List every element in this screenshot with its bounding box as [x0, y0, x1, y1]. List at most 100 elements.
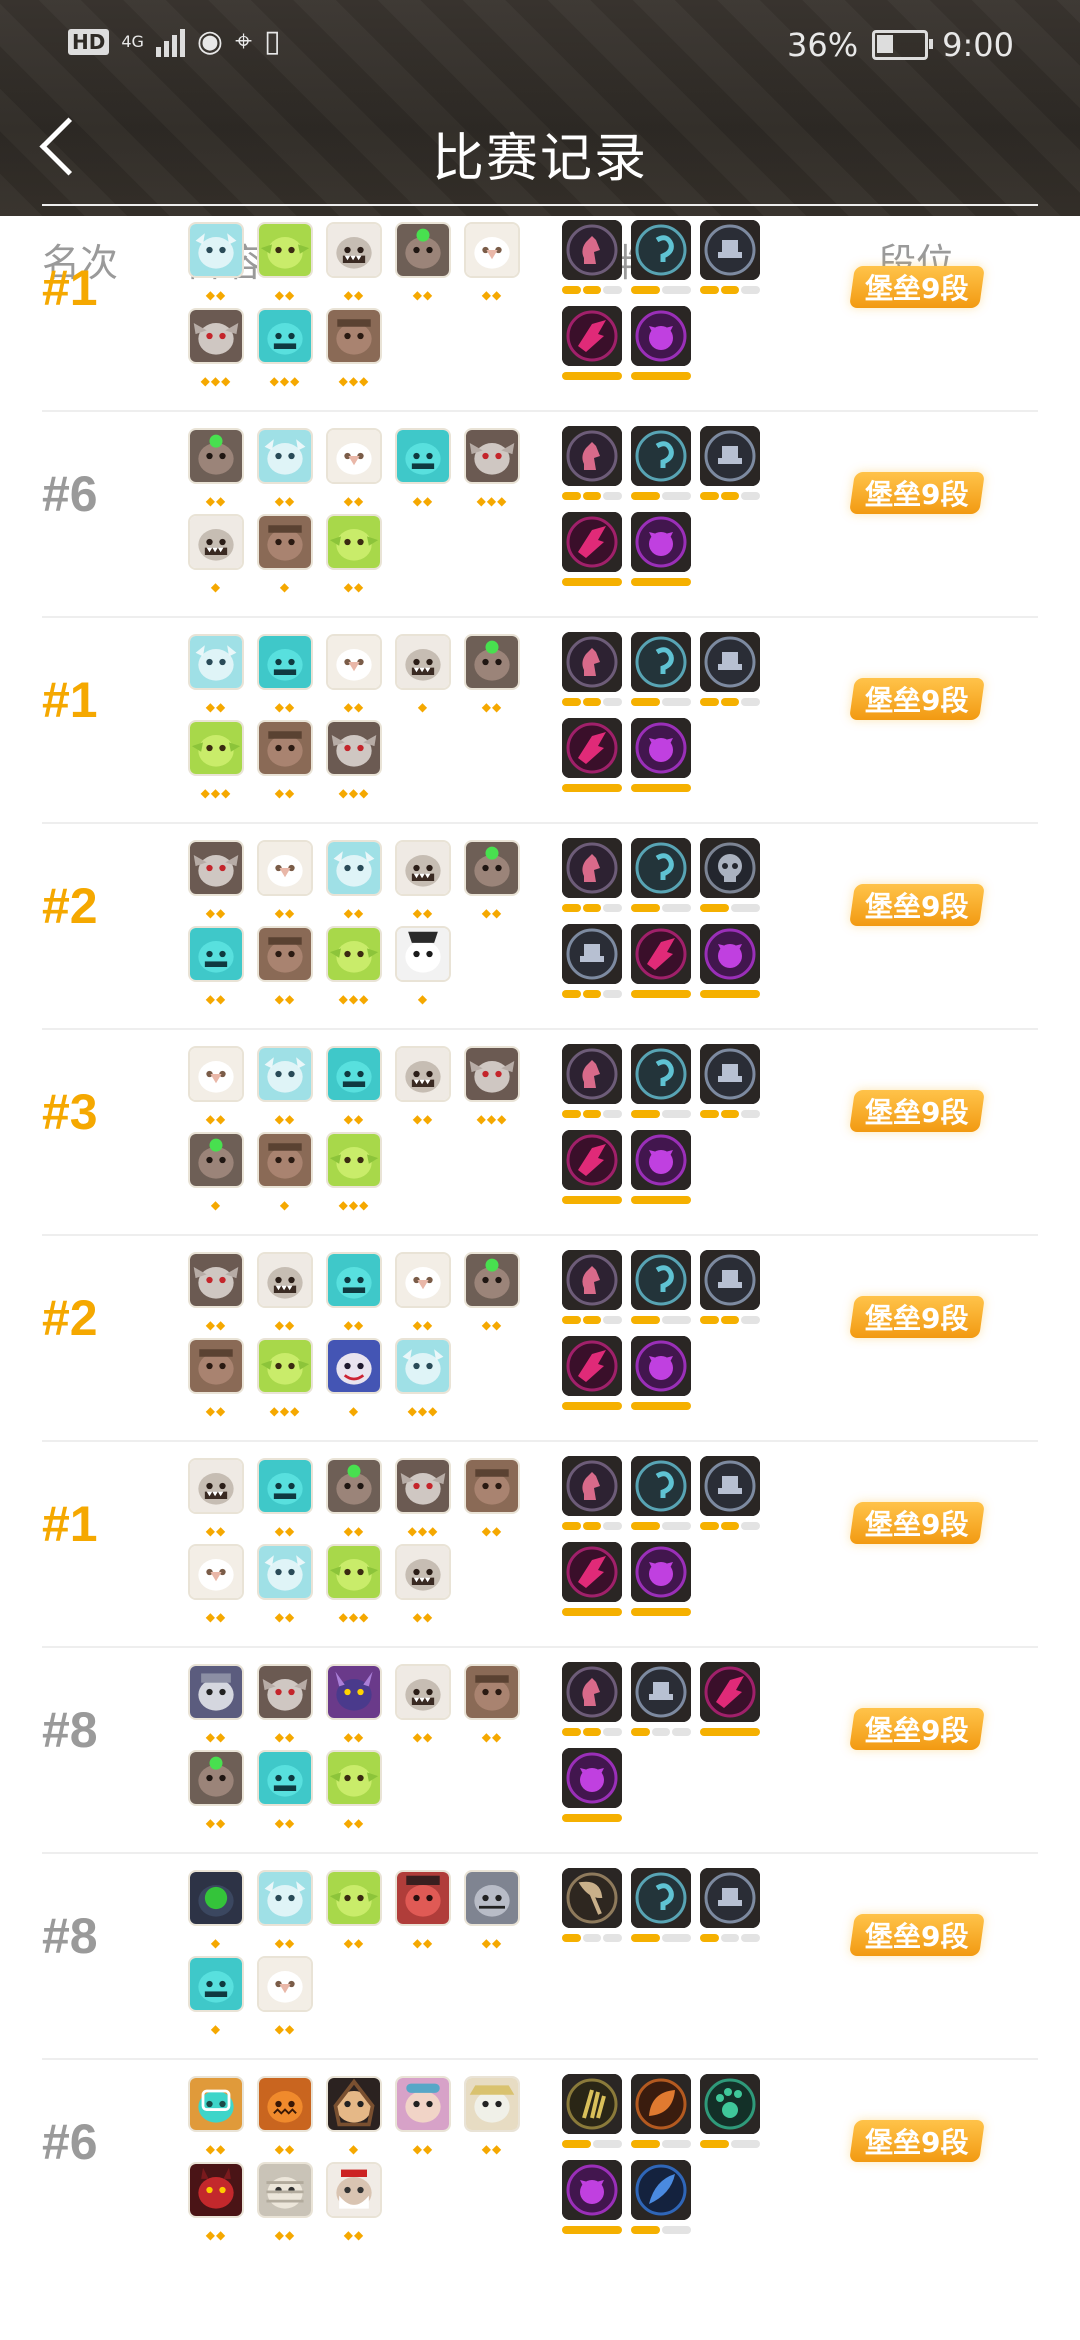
- star-rating: ◆◆: [343, 2228, 365, 2242]
- bond-art: [562, 1336, 622, 1396]
- bond-art: [631, 2074, 691, 2134]
- hero-art: [328, 1048, 380, 1100]
- hero-panda-icon: [395, 926, 451, 982]
- hero-art: [259, 1134, 311, 1186]
- hero-art: [259, 516, 311, 568]
- hero-art: [259, 430, 311, 482]
- hero-art: [190, 636, 242, 688]
- hero-monk-icon: [464, 1458, 520, 1514]
- bond-feather-icon: [631, 2160, 691, 2220]
- match-row[interactable]: #2 ◆◆ ◆◆ ◆◆ ◆◆ ◆◆ ◆◆ ◆◆◆ ◆ ◆◆◆ 堡垒9段: [0, 1234, 1080, 1440]
- row-divider: [42, 1234, 1038, 1236]
- hero-art: [397, 1254, 449, 1306]
- hero-golem-icon: [188, 1956, 244, 2012]
- star-rating: ◆◆◆: [476, 1112, 508, 1126]
- hero-yeti-icon: [188, 634, 244, 690]
- bond-art: [631, 2160, 691, 2220]
- hero-vamp-icon: [257, 1664, 313, 1720]
- bond-art: [562, 512, 622, 572]
- match-row[interactable]: #8 ◆◆ ◆◆ ◆◆ ◆◆ ◆◆ ◆◆ ◆◆ ◆◆ 堡垒9段: [0, 1646, 1080, 1852]
- match-row[interactable]: #1 ◆◆ ◆◆ ◆◆ ◆ ◆◆ ◆◆◆ ◆◆ ◆◆◆ 堡垒9段: [0, 616, 1080, 822]
- bond-progress: [700, 1934, 761, 1942]
- bond-paw-icon: [700, 2074, 760, 2134]
- star-rating: ◆: [279, 580, 291, 594]
- star-rating: ◆◆: [274, 2142, 296, 2156]
- hero-goblin-icon: [326, 514, 382, 570]
- bond-knight-icon: [562, 632, 622, 692]
- match-row[interactable]: #1 ◆◆ ◆◆ ◆◆ ◆◆ ◆◆ ◆◆◆ ◆◆◆ ◆◆◆ 堡垒9段: [0, 204, 1080, 410]
- star-rating: ◆◆: [343, 700, 365, 714]
- bond-knight-icon: [562, 1044, 622, 1104]
- star-rating: ◆◆: [343, 906, 365, 920]
- bond-progress: [562, 1316, 623, 1324]
- hero-golem-icon: [257, 634, 313, 690]
- hero-art: [328, 636, 380, 688]
- bond-progress: [562, 698, 623, 706]
- bond-art: [631, 1250, 691, 1310]
- bond-hook-icon: [631, 1456, 691, 1516]
- hero-orc-icon: [395, 1544, 451, 1600]
- bond-art: [562, 2074, 622, 2134]
- tier-badge: 堡垒9段: [849, 472, 985, 514]
- hero-ogre-icon: [188, 1750, 244, 1806]
- hero-art: [328, 1872, 380, 1924]
- hero-art: [328, 722, 380, 774]
- bond-progress: [562, 784, 622, 792]
- row-divider: [42, 204, 1038, 206]
- bond-bat-icon: [562, 306, 622, 366]
- hero-ogre-icon: [326, 1458, 382, 1514]
- bond-seat-icon: [700, 632, 760, 692]
- hero-art: [328, 224, 380, 276]
- hero-art: [259, 1254, 311, 1306]
- hero-art: [190, 1340, 242, 1392]
- hero-art: [328, 1340, 380, 1392]
- match-row[interactable]: #6 ◆◆ ◆◆ ◆◆ ◆◆ ◆◆◆ ◆ ◆ ◆◆ 堡垒9段: [0, 410, 1080, 616]
- star-rating: ◆: [348, 2142, 360, 2156]
- bond-art: [562, 1748, 622, 1808]
- star-rating: ◆◆: [343, 580, 365, 594]
- match-row[interactable]: #3 ◆◆ ◆◆ ◆◆ ◆◆ ◆◆◆ ◆ ◆ ◆◆◆ 堡垒9段: [0, 1028, 1080, 1234]
- bond-progress: [562, 578, 622, 586]
- match-row[interactable]: #1 ◆◆ ◆◆ ◆◆ ◆◆◆ ◆◆ ◆◆ ◆◆ ◆◆◆ ◆◆ 堡垒9段: [0, 1440, 1080, 1646]
- bond-demon-icon: [631, 512, 691, 572]
- match-row[interactable]: #2 ◆◆ ◆◆ ◆◆ ◆◆ ◆◆ ◆◆ ◆◆ ◆◆◆ ◆ 堡垒9段: [0, 822, 1080, 1028]
- star-rating: ◆◆: [343, 1524, 365, 1538]
- hero-art: [259, 928, 311, 980]
- star-rating: ◆◆◆: [200, 786, 232, 800]
- bond-knight-icon: [562, 1456, 622, 1516]
- bond-seat-icon: [631, 1662, 691, 1722]
- bond-progress: [631, 1608, 691, 1616]
- star-rating: ◆◆: [205, 1318, 227, 1332]
- hero-art: [397, 842, 449, 894]
- hero-art: [466, 842, 518, 894]
- bond-demon-icon: [631, 1130, 691, 1190]
- bond-art: [562, 1868, 622, 1928]
- hero-art: [190, 1666, 242, 1718]
- hero-ogre-icon: [188, 1132, 244, 1188]
- star-rating: ◆◆: [274, 992, 296, 1006]
- hero-art: [466, 1048, 518, 1100]
- bond-bat-icon: [562, 718, 622, 778]
- hero-art: [190, 1546, 242, 1598]
- hero-knightm-icon: [188, 1664, 244, 1720]
- bond-progress: [631, 1316, 691, 1324]
- star-rating: ◆◆◆: [338, 374, 370, 388]
- match-row[interactable]: #6 ◆◆ ◆◆ ◆ ◆◆ ◆◆ ◆◆ ◆◆ ◆◆ 堡垒9段: [0, 2058, 1080, 2264]
- bond-art: [562, 632, 622, 692]
- hero-art: [190, 430, 242, 482]
- hero-monk-icon: [257, 1132, 313, 1188]
- tier-label: 堡垒9段: [865, 890, 969, 923]
- match-row[interactable]: #8 ◆ ◆◆ ◆◆ ◆◆ ◆◆ ◆ ◆◆ 堡垒9段: [0, 1852, 1080, 2058]
- star-rating: ◆: [348, 1404, 360, 1418]
- bond-progress: [700, 1728, 760, 1736]
- star-rating: ◆◆: [412, 1318, 434, 1332]
- hero-art: [328, 1666, 380, 1718]
- star-rating: ◆◆: [343, 1112, 365, 1126]
- bond-art: [562, 426, 622, 486]
- tier-badge: 堡垒9段: [849, 2120, 985, 2162]
- hero-yeti-icon: [257, 428, 313, 484]
- star-rating: ◆◆◆: [338, 992, 370, 1006]
- star-rating: ◆◆: [205, 1404, 227, 1418]
- hero-goblin-icon: [326, 1544, 382, 1600]
- star-rating: ◆◆: [205, 494, 227, 508]
